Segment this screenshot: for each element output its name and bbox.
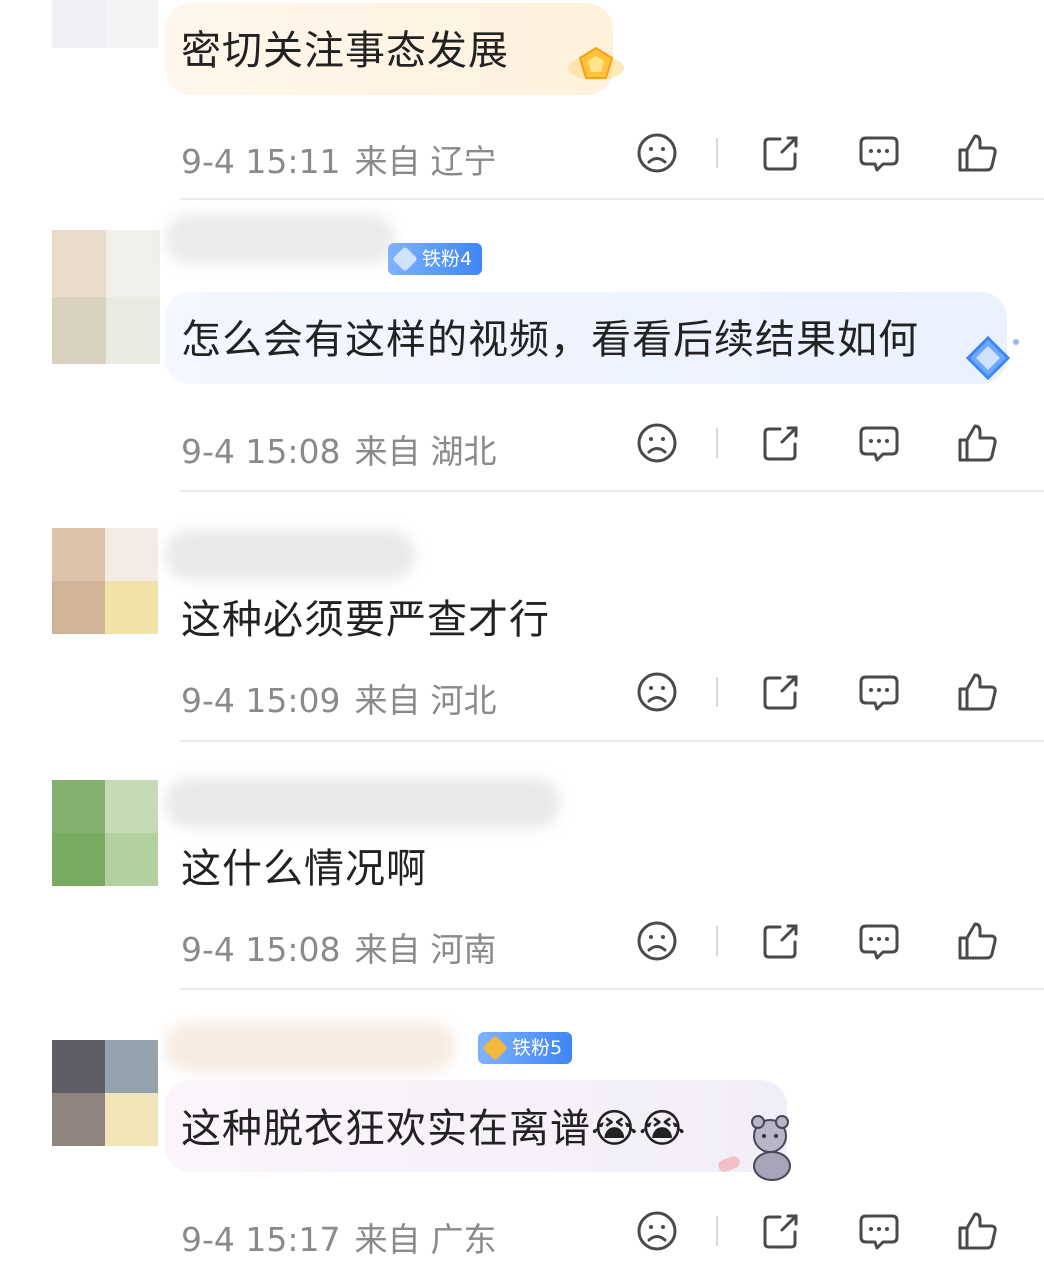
comment-text: 怎么会有这样的视频，看看后续结果如何 [181, 317, 919, 363]
diamond-icon [392, 246, 418, 272]
fan-level-label: 铁粉4 [422, 248, 473, 270]
comment-actions [630, 130, 1010, 180]
dislike-button[interactable] [634, 1208, 680, 1254]
comment-date: 9-4 15:08 [181, 432, 341, 471]
reply-button[interactable] [856, 1208, 902, 1254]
like-button[interactable] [954, 420, 1000, 466]
like-button[interactable] [954, 130, 1000, 176]
comment-date: 9-4 15:11 [181, 142, 341, 181]
blue-diamond-decoration [958, 332, 1028, 388]
comment-from-label: 来自 [354, 930, 421, 969]
comment-actions [630, 1208, 1010, 1258]
dislike-button[interactable] [634, 420, 680, 466]
thumbs-up-icon [958, 922, 997, 960]
comment-separator [180, 490, 1044, 492]
comment-from-label: 来自 [354, 432, 421, 471]
fan-level-label: 铁粉5 [512, 1037, 563, 1059]
comment-from-label: 来自 [354, 1220, 421, 1259]
crown-icon [482, 1035, 508, 1061]
comment-text: 这种脱衣狂欢实在离谱😭😭 [181, 1106, 687, 1152]
username-blurred[interactable] [165, 214, 395, 264]
reply-button[interactable] [856, 669, 902, 715]
comment-from-label: 来自 [354, 681, 421, 720]
action-divider [716, 428, 718, 458]
action-divider [716, 677, 718, 707]
comment-region: 河北 [430, 681, 497, 720]
fan-level-badge: 铁粉4 [388, 243, 483, 275]
comment-meta: 9-4 15:08 来自 河南 [181, 923, 497, 971]
reply-button[interactable] [856, 918, 902, 964]
action-divider [716, 1216, 718, 1246]
comment-region: 广东 [430, 1220, 497, 1259]
avatar[interactable] [52, 0, 158, 48]
thumbs-up-icon [958, 1212, 997, 1250]
dislike-button[interactable] [634, 669, 680, 715]
comment-region: 辽宁 [430, 142, 497, 181]
comment-actions [630, 420, 1010, 470]
share-icon [763, 426, 798, 461]
share-icon [763, 675, 798, 710]
comment-from-label: 来自 [354, 142, 421, 181]
comment-separator [180, 740, 1044, 742]
reply-button[interactable] [856, 130, 902, 176]
avatar[interactable] [52, 780, 158, 886]
comment-text: 密切关注事态发展 [181, 28, 509, 74]
comment-meta: 9-4 15:17 来自 广东 [181, 1213, 497, 1261]
share-icon [763, 924, 798, 959]
comment-bubble-icon [859, 136, 899, 172]
comment-text: 这什么情况啊 [181, 846, 427, 892]
sad-face-icon [637, 672, 677, 712]
sad-face-icon [637, 921, 677, 961]
action-divider [716, 926, 718, 956]
share-button[interactable] [758, 918, 804, 964]
comment-bubble-icon [859, 924, 899, 960]
thumbs-up-icon [958, 424, 997, 462]
sad-face-icon [637, 423, 677, 463]
share-button[interactable] [758, 1208, 804, 1254]
comment-actions [630, 918, 1010, 968]
share-button[interactable] [758, 130, 804, 176]
action-divider [716, 138, 718, 168]
comment-separator [180, 988, 1044, 990]
sad-face-icon [637, 133, 677, 173]
comment-meta: 9-4 15:08 来自 湖北 [181, 425, 497, 473]
username-blurred[interactable] [165, 530, 415, 580]
comment-bubble-icon [859, 426, 899, 462]
share-icon [763, 1214, 798, 1249]
reply-button[interactable] [856, 420, 902, 466]
share-button[interactable] [758, 669, 804, 715]
comment-date: 9-4 15:17 [181, 1220, 341, 1259]
comment-region: 湖北 [430, 432, 497, 471]
comment-meta: 9-4 15:11 来自 辽宁 [181, 135, 497, 183]
username-blurred[interactable] [165, 1022, 455, 1072]
bear-sticker-decoration [712, 1112, 812, 1186]
dislike-button[interactable] [634, 130, 680, 176]
comment-actions [630, 669, 1010, 719]
gold-badge-decoration [566, 42, 626, 90]
like-button[interactable] [954, 1208, 1000, 1254]
comment-region: 河南 [430, 930, 497, 969]
like-button[interactable] [954, 669, 1000, 715]
comment-separator [180, 198, 1044, 200]
dislike-button[interactable] [634, 918, 680, 964]
avatar[interactable] [52, 528, 158, 634]
comment-date: 9-4 15:09 [181, 681, 341, 720]
comment-meta: 9-4 15:09 来自 河北 [181, 674, 497, 722]
comment-text: 这种必须要严查才行 [181, 597, 550, 643]
avatar[interactable] [52, 230, 160, 364]
share-icon [763, 136, 798, 171]
like-button[interactable] [954, 918, 1000, 964]
fan-level-badge: 铁粉5 [478, 1032, 573, 1064]
comment-date: 9-4 15:08 [181, 930, 341, 969]
thumbs-up-icon [958, 673, 997, 711]
sad-face-icon [637, 1211, 677, 1251]
avatar[interactable] [52, 1040, 158, 1146]
username-blurred[interactable] [165, 778, 560, 828]
comment-bubble-icon [859, 675, 899, 711]
share-button[interactable] [758, 420, 804, 466]
comment-bubble-icon [859, 1214, 899, 1250]
thumbs-up-icon [958, 134, 997, 172]
